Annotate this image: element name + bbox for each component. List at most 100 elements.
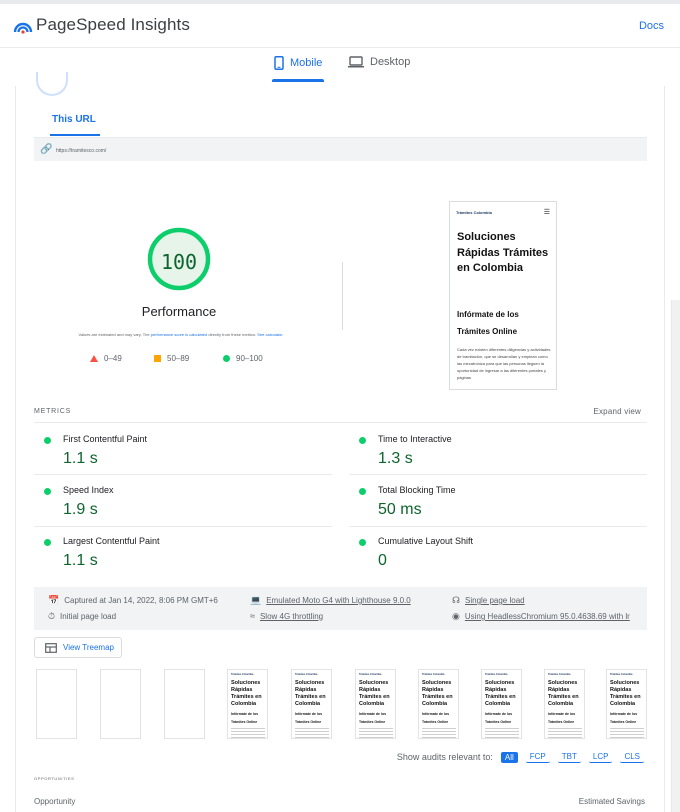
score-calc-link[interactable]: performance score is calculated (151, 332, 207, 337)
analyzed-url[interactable]: https://tramitesco.com/ (56, 148, 106, 154)
view-treemap-button[interactable]: View Treemap (34, 637, 122, 658)
metrics-section-label: METRICS (34, 408, 72, 415)
frame-subheading: Infórmate de los Trámites Online (610, 712, 638, 724)
filmstrip-frame[interactable]: Trámites Colombia Soluciones Rápidas Trá… (481, 669, 522, 739)
legend-average-range: 50–89 (167, 354, 190, 363)
tab-desktop[interactable]: Desktop (348, 56, 410, 68)
metric-label: Largest Contentful Paint (63, 536, 160, 546)
frame-text-lines (485, 728, 519, 738)
metric-label: Cumulative Layout Shift (378, 536, 474, 546)
filter-fcp[interactable]: FCP (525, 751, 550, 763)
frame-text-lines (548, 728, 582, 738)
metric-value: 0 (378, 552, 387, 569)
filmstrip-frame[interactable]: Trámites Colombia Soluciones Rápidas Trá… (544, 669, 585, 739)
frame-logo: Trámites Colombia (485, 673, 508, 676)
legend-pass: 90–100 (223, 354, 263, 363)
frame-logo: Trámites Colombia (359, 673, 382, 676)
url-tab-indicator (50, 134, 100, 136)
metric-fcp: First Contentful Paint 1.1 s (34, 432, 314, 476)
frame-heading: Soluciones Rápidas Trámites en Colombia (359, 680, 390, 707)
metric-value: 1.1 s (63, 450, 98, 467)
divider (34, 422, 647, 423)
docs-link[interactable]: Docs (639, 20, 664, 32)
filter-tbt[interactable]: TBT (557, 751, 581, 763)
legend-fail-range: 0–49 (104, 354, 122, 363)
see-calculator-link[interactable]: See calculator. (257, 332, 283, 337)
status-pass-icon (44, 539, 51, 546)
metric-value: 50 ms (378, 501, 422, 518)
divider (342, 262, 343, 330)
frame-heading: Soluciones Rápidas Trámites en Colombia (295, 680, 326, 707)
filmstrip-frame[interactable]: Trámites Colombia Soluciones Rápidas Trá… (227, 669, 268, 739)
frame-text-lines (295, 728, 329, 738)
filmstrip-frame[interactable]: Trámites Colombia Soluciones Rápidas Trá… (355, 669, 396, 739)
metric-label: First Contentful Paint (63, 434, 148, 444)
browser-info[interactable]: ◉ Using HeadlessChromium 95.0.4638.69 wi… (452, 611, 630, 622)
triangle-icon (90, 355, 98, 362)
filmstrip-frame-blank[interactable] (36, 669, 77, 739)
frame-text-lines (610, 728, 644, 738)
tab-mobile[interactable]: Mobile (274, 56, 322, 70)
status-pass-icon (359, 437, 366, 444)
screenshot-body: Cada vez existen diferentes diligencias … (457, 347, 551, 380)
device-tabs: Mobile Desktop (0, 48, 680, 86)
tab-desktop-label: Desktop (370, 56, 411, 68)
status-pass-icon (359, 539, 366, 546)
metric-label: Time to Interactive (378, 434, 452, 444)
divider (349, 526, 647, 527)
network-throttling-text: Slow 4G throttling (259, 611, 324, 621)
frame-heading: Soluciones Rápidas Trámites en Colombia (231, 680, 262, 707)
device-icon: 💻 (250, 595, 262, 605)
filmstrip-frame-blank[interactable] (164, 669, 205, 739)
divider (34, 526, 332, 527)
filter-cls[interactable]: CLS (620, 751, 644, 763)
filter-lcp[interactable]: LCP (588, 751, 613, 763)
frame-logo: Trámites Colombia (610, 673, 633, 676)
link-icon: 🔗 (40, 144, 53, 155)
legend-pass-range: 90–100 (236, 354, 263, 363)
filmstrip-frame[interactable]: Trámites Colombia Soluciones Rápidas Trá… (418, 669, 459, 739)
metric-tti: Time to Interactive 1.3 s (349, 432, 629, 476)
emulated-device[interactable]: 💻 Emulated Moto G4 with Lighthouse 9.0.0 (250, 595, 411, 606)
report-panel: This URL 🔗 https://tramitesco.com/ 100 P… (15, 72, 665, 812)
run-info-panel: 📅 Captured at Jan 14, 2022, 8:06 PM GMT+… (34, 587, 647, 630)
metric-lcp: Largest Contentful Paint 1.1 s (34, 534, 314, 578)
frame-logo: Trámites Colombia (231, 673, 254, 676)
legend-average: 50–89 (154, 354, 189, 363)
wifi-icon: ≈ (250, 611, 255, 621)
filmstrip-frame-blank[interactable] (100, 669, 141, 739)
square-icon (154, 355, 161, 362)
view-treemap-label: View Treemap (63, 643, 114, 652)
frame-subheading: Infórmate de los Trámites Online (295, 712, 323, 724)
final-screenshot[interactable]: Trámites Colombia ☰ Soluciones Rápidas T… (449, 201, 557, 390)
url-bar: 🔗 https://tramitesco.com/ (34, 137, 647, 161)
scrollbar[interactable] (671, 300, 680, 812)
filter-all[interactable]: All (500, 751, 518, 763)
metric-speed-index: Speed Index 1.9 s (34, 483, 314, 527)
frame-subheading: Infórmate de los Trámites Online (359, 712, 387, 724)
filmstrip-frame[interactable]: Trámites Colombia Soluciones Rápidas Trá… (606, 669, 647, 739)
metric-tbt: Total Blocking Time 50 ms (349, 483, 629, 527)
tab-this-url[interactable]: This URL (52, 114, 96, 125)
metric-value: 1.9 s (63, 501, 98, 518)
score-note-mid: directly from these metrics. (207, 332, 258, 337)
metric-value: 1.3 s (378, 450, 413, 467)
legend-fail: 0–49 (90, 354, 122, 363)
frame-text-lines (359, 728, 393, 738)
smartphone-icon (274, 56, 284, 70)
divider (349, 474, 647, 475)
filmstrip: Trámites Colombia Soluciones Rápidas Trá… (34, 669, 647, 741)
performance-label: Performance (141, 304, 217, 319)
score-legend: 0–49 50–89 90–100 (90, 354, 290, 366)
treemap-icon (45, 642, 57, 653)
pagespeed-logo-icon (13, 22, 33, 34)
laptop-icon (348, 56, 364, 68)
metric-label: Speed Index (63, 485, 114, 495)
network-throttling[interactable]: ≈ Slow 4G throttling (250, 611, 323, 621)
chrome-icon: ◉ (452, 611, 460, 621)
expand-view-toggle[interactable]: Expand view (593, 407, 641, 416)
filmstrip-frame[interactable]: Trámites Colombia Soluciones Rápidas Trá… (291, 669, 332, 739)
captured-at: 📅 Captured at Jan 14, 2022, 8:06 PM GMT+… (48, 595, 218, 606)
single-page-load[interactable]: ☊ Single page load (452, 595, 525, 606)
frame-text-lines (231, 728, 265, 738)
